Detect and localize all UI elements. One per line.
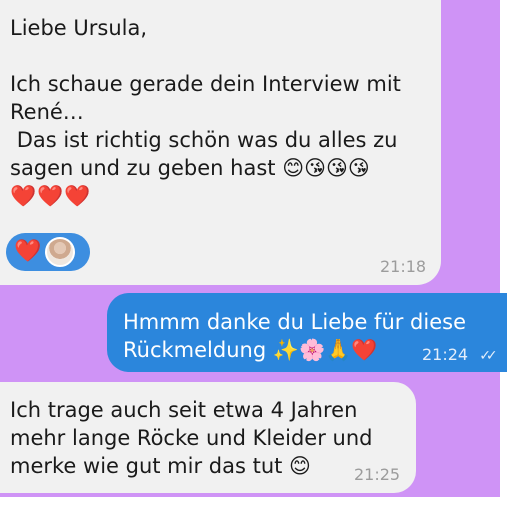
timestamp-text: 21:24	[422, 345, 469, 364]
chat-view: Liebe Ursula, Ich schaue gerade dein Int…	[0, 0, 507, 497]
message-timestamp: 21:24 ✓✓	[422, 345, 498, 364]
message-line: Ich trage auch seit etwa 4 Jahren	[10, 398, 358, 422]
reactor-avatar	[45, 237, 76, 267]
message-timestamp: 21:25	[354, 465, 401, 484]
heart-reaction-icon: ❤️	[14, 239, 42, 264]
message-bubble-incoming[interactable]: Ich trage auch seit etwa 4 Jahren mehr l…	[0, 382, 416, 493]
message-line: Hmmm danke du Liebe für diese	[123, 310, 467, 334]
message-line: René…	[10, 100, 84, 124]
message-line: Ich schaue gerade dein Interview mit	[10, 72, 401, 96]
reaction-badge[interactable]: ❤️	[6, 233, 90, 271]
message-timestamp: 21:18	[380, 257, 427, 276]
message-line: Das ist richtig schön was du alles zu	[10, 128, 398, 152]
message-line: mehr lange Röcke und Kleider und	[10, 426, 373, 450]
message-bubble-outgoing[interactable]: Hmmm danke du Liebe für diese Rückmeldun…	[107, 293, 507, 372]
message-line	[10, 42, 441, 70]
message-line: sagen und zu geben hast 😊😘😘😘	[10, 156, 370, 180]
message-bubble-incoming[interactable]: Liebe Ursula, Ich schaue gerade dein Int…	[0, 0, 441, 285]
hearts-emoji-line: ❤️❤️❤️	[10, 184, 92, 208]
message-line: Liebe Ursula,	[10, 16, 148, 40]
double-check-icon: ✓✓	[479, 348, 498, 364]
